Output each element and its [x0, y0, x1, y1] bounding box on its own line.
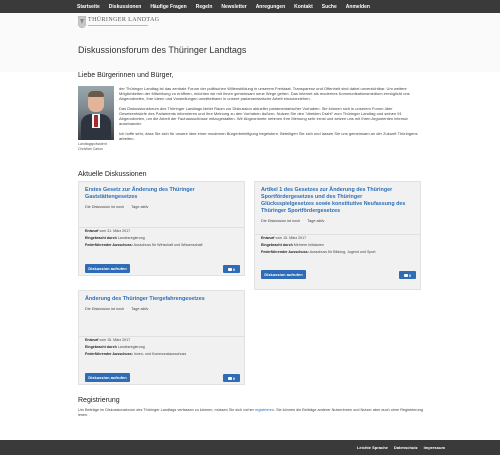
open-discussion-button[interactable]: Diskussion aufrufen: [85, 373, 130, 382]
welcome-paragraph: Ich hoffe sehr, dass Sie sich für unsere…: [119, 131, 418, 141]
nav-haeufige-fragen[interactable]: Häufige Fragen: [150, 4, 186, 10]
comment-count-button[interactable]: 0: [223, 265, 240, 273]
nav-kontakt[interactable]: Kontakt: [294, 4, 313, 10]
page-title: Diskussionsforum des Thüringer Landtags: [78, 45, 247, 55]
register-link[interactable]: registrieren: [255, 408, 274, 412]
card-metadata: Entwurf vom 15. März 2017 Eingebracht du…: [261, 236, 376, 254]
discussion-card: Artikel 1 des Gesetzes zur Änderung des …: [254, 181, 421, 290]
card-metadata: Entwurf vom 31. März 2017 Eingebracht du…: [85, 229, 203, 247]
site-logo[interactable]: THÜRINGER LANDTAG: [78, 14, 228, 34]
comment-count-button[interactable]: 0: [399, 271, 416, 279]
photo-caption: Landtagspräsident Christian Carius: [78, 142, 107, 151]
header-band: [0, 13, 500, 72]
discussions-heading: Aktuelle Diskussionen: [78, 171, 147, 178]
welcome-heading: Liebe Bürgerinnen und Bürger,: [78, 72, 174, 79]
nav-startseite[interactable]: Startseite: [77, 4, 100, 10]
open-discussion-button[interactable]: Diskussion aufrufen: [85, 264, 130, 273]
days-remaining: Die Diskussion ist noch Tage aktiv: [85, 205, 149, 209]
comment-icon: [227, 267, 232, 271]
nav-suche[interactable]: Suche: [322, 4, 337, 10]
registration-text: Um Beiträge im Diskussionsforum des Thür…: [78, 408, 423, 417]
comment-icon: [403, 273, 408, 277]
coat-of-arms-icon: [78, 16, 86, 28]
nav-diskussionen[interactable]: Diskussionen: [109, 4, 142, 10]
footer-links: Leichte Sprache Datenschutz Impressum: [351, 440, 445, 455]
discussion-card: Erstes Gesetz zur Änderung des Thüringer…: [78, 181, 245, 276]
president-photo: [78, 86, 114, 140]
welcome-paragraph: Das Diskussionsforum des Thüringer Landt…: [119, 106, 408, 126]
nav-anregungen[interactable]: Anregungen: [256, 4, 285, 10]
footer-datenschutz[interactable]: Datenschutz: [394, 445, 418, 450]
top-navigation-bar: Startseite Diskussionen Häufige Fragen R…: [0, 0, 500, 13]
card-metadata: Entwurf vom 15. März 2017 Eingebracht du…: [85, 338, 187, 356]
discussion-title-link[interactable]: Erstes Gesetz zur Änderung des Thüringer…: [85, 187, 235, 201]
footer-bar: Leichte Sprache Datenschutz Impressum: [0, 440, 500, 455]
comment-icon: [227, 376, 232, 380]
logo-divider: [88, 25, 148, 26]
days-remaining: Die Diskussion ist noch Tage aktiv: [85, 307, 149, 311]
welcome-paragraph: der Thüringer Landtag ist das zentrale F…: [119, 86, 410, 101]
days-remaining: Die Diskussion ist noch Tage aktiv: [261, 219, 325, 223]
main-nav: Startseite Diskussionen Häufige Fragen R…: [77, 0, 379, 13]
nav-newsletter[interactable]: Newsletter: [221, 4, 246, 10]
comment-count-button[interactable]: 0: [223, 374, 240, 382]
logo-text: THÜRINGER LANDTAG: [88, 17, 160, 23]
nav-regeln[interactable]: Regeln: [196, 4, 213, 10]
nav-anmelden[interactable]: Anmelden: [346, 4, 370, 10]
footer-leichte-sprache[interactable]: Leichte Sprache: [357, 445, 388, 450]
footer-impressum[interactable]: Impressum: [424, 445, 445, 450]
welcome-text: der Thüringer Landtag ist das zentrale F…: [119, 86, 419, 146]
open-discussion-button[interactable]: Diskussion aufrufen: [261, 270, 306, 279]
discussion-title-link[interactable]: Artikel 1 des Gesetzes zur Änderung des …: [261, 187, 411, 215]
discussion-card: Änderung des Thüringer Tiergefahrengeset…: [78, 290, 245, 385]
discussion-title-link[interactable]: Änderung des Thüringer Tiergefahrengeset…: [85, 296, 235, 303]
registration-heading: Registrierung: [78, 397, 120, 404]
